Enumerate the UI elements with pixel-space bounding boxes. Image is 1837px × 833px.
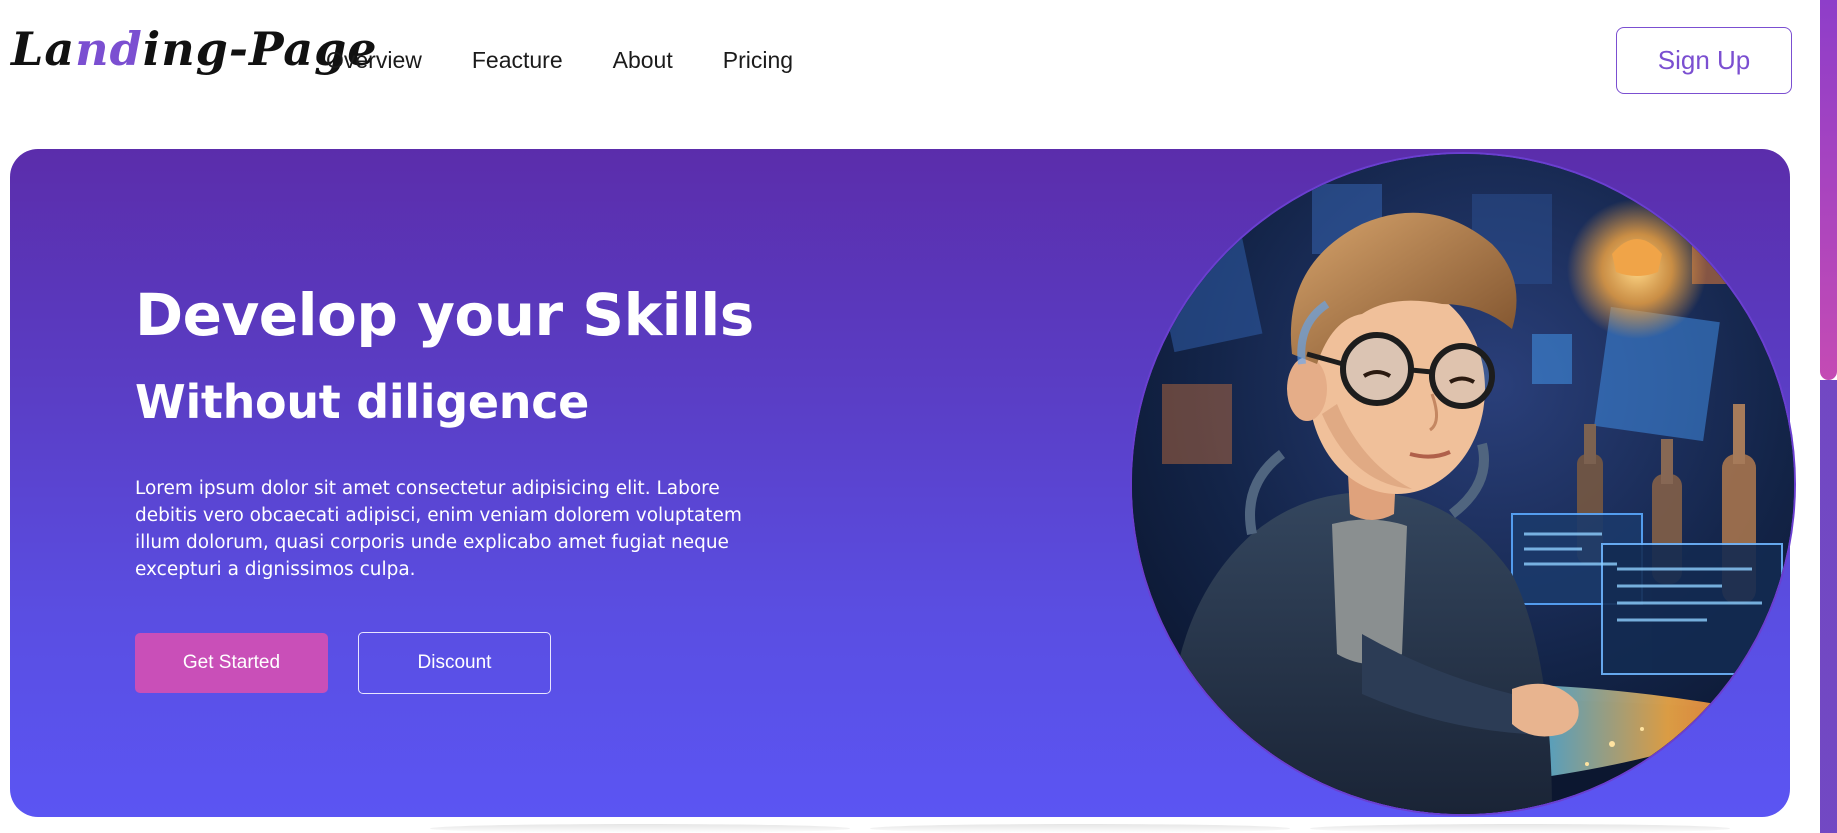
next-section-card-shadow bbox=[430, 824, 850, 833]
logo-text-start: La bbox=[11, 22, 76, 76]
hero-description: Lorem ipsum dolor sit amet consectetur a… bbox=[135, 478, 742, 580]
sign-up-button[interactable]: Sign Up bbox=[1616, 27, 1792, 94]
logo-text-accent: nd bbox=[75, 22, 143, 76]
main-nav: Overview Feacture About Pricing bbox=[326, 40, 843, 80]
hero-subheadline: Without diligence bbox=[135, 375, 590, 429]
next-section-card-shadow bbox=[870, 824, 1290, 833]
scrollbar-thumb[interactable] bbox=[1820, 0, 1837, 380]
boy-at-desk-illustration-icon bbox=[1132, 154, 1794, 814]
nav-link-about[interactable]: About bbox=[613, 40, 673, 80]
nav-link-feature[interactable]: Feacture bbox=[472, 40, 563, 80]
discount-button[interactable]: Discount bbox=[358, 632, 551, 694]
nav-link-overview[interactable]: Overview bbox=[326, 40, 422, 80]
logo[interactable]: Landing-Page bbox=[11, 14, 378, 84]
get-started-button[interactable]: Get Started bbox=[135, 633, 328, 693]
hero-headline: Develop your Skills bbox=[135, 281, 754, 349]
next-section-card-shadow bbox=[1310, 824, 1730, 833]
landing-page: Landing-Page Overview Feacture About Pri… bbox=[0, 0, 1837, 833]
hero-illustration bbox=[1130, 152, 1796, 816]
nav-link-pricing[interactable]: Pricing bbox=[723, 40, 793, 80]
scrollbar-rail bbox=[1820, 380, 1837, 833]
